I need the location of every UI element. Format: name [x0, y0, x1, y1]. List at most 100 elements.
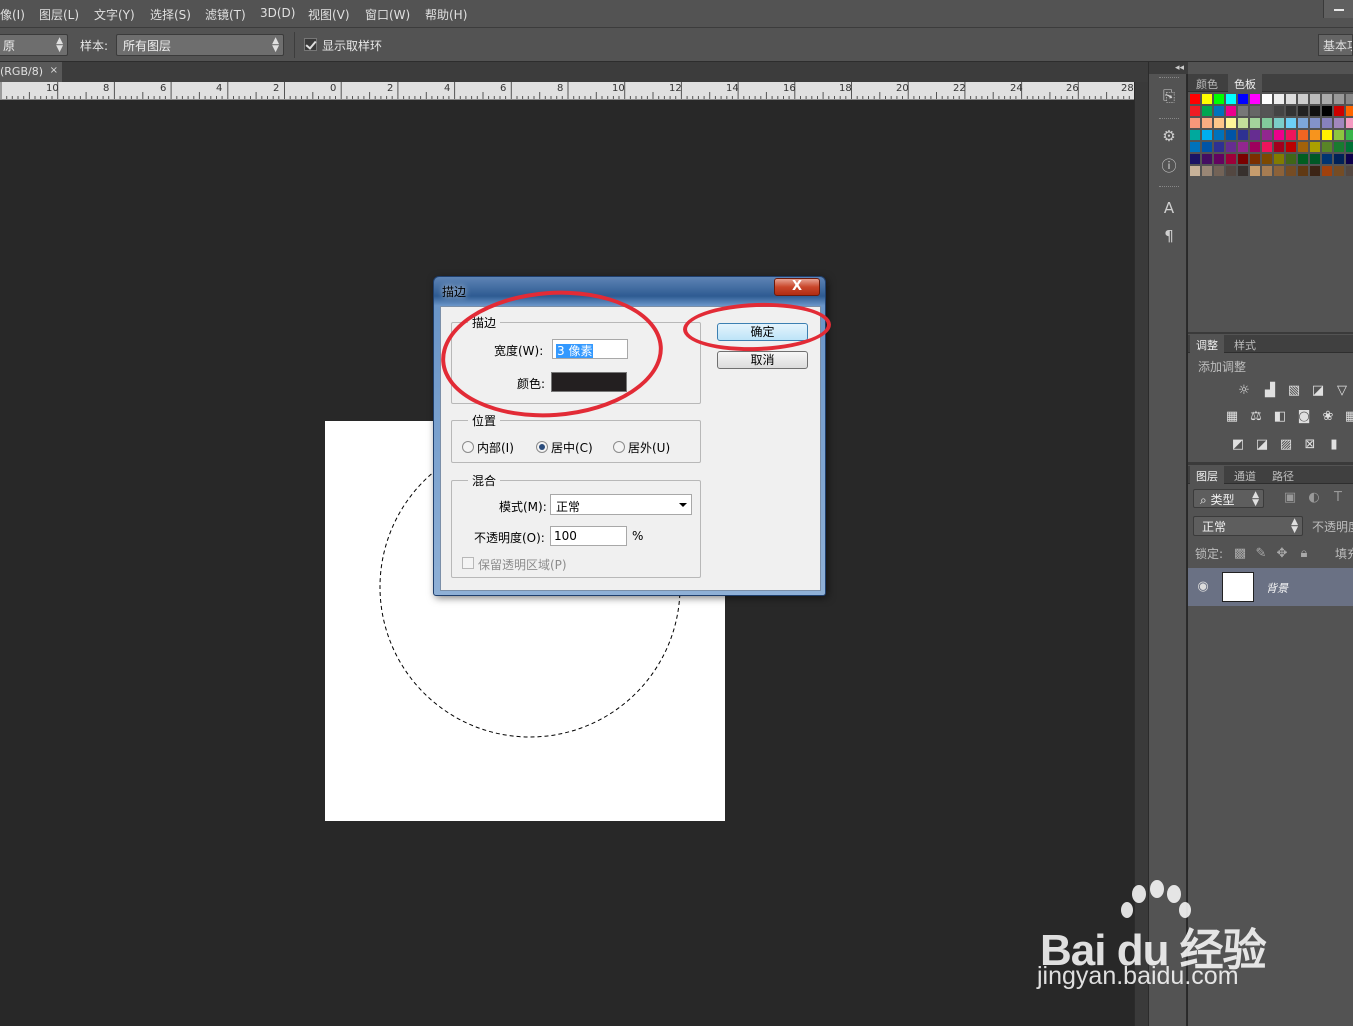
color-swatch	[1214, 94, 1224, 104]
history-icon[interactable]: ⎘	[1159, 86, 1179, 106]
swatches-grid[interactable]	[1189, 93, 1353, 179]
blend-mode-select[interactable]: 正常 ▲ ▼	[1193, 516, 1303, 536]
curves-icon[interactable]: ▧	[1286, 384, 1302, 398]
show-ring-checkbox[interactable]	[304, 38, 317, 51]
minimize-button[interactable]	[1323, 0, 1353, 18]
inside-label: 内部(I)	[477, 441, 514, 455]
sample-value: 所有图层	[123, 39, 172, 53]
grip-icon[interactable]	[1159, 118, 1179, 121]
lock-image-icon[interactable]: ✎	[1253, 547, 1269, 561]
color-swatch	[1310, 130, 1320, 140]
color-swatch	[1238, 154, 1248, 164]
close-tab-icon[interactable]: ×	[50, 65, 58, 76]
opacity-input[interactable]: 100	[550, 526, 627, 546]
threshold-icon[interactable]: ▨	[1278, 438, 1294, 452]
tab-adjustments[interactable]: 调整	[1190, 335, 1224, 353]
tab-swatches[interactable]: 色板	[1228, 74, 1262, 92]
color-swatch	[1322, 118, 1332, 128]
mode-select[interactable]: 正常	[550, 494, 692, 515]
adjustment-filter-icon[interactable]: ◐	[1306, 491, 1322, 505]
menu-help[interactable]: 帮助(H)	[425, 6, 467, 23]
percent-unit: %	[632, 529, 644, 543]
layer-row-background[interactable]: ◉ 背景	[1188, 568, 1353, 606]
color-swatch	[1286, 142, 1296, 152]
workspace-switcher[interactable]: 基本功	[1318, 34, 1353, 56]
menu-image[interactable]: 像(I)	[0, 6, 25, 23]
selective-color-icon[interactable]: ⊠	[1302, 438, 1318, 452]
preserve-transparency-label: 保留透明区域(P)	[478, 558, 567, 572]
levels-icon[interactable]: ▟	[1262, 384, 1278, 398]
baidu-jingyan-watermark: Bai du 经验 jingyan.baidu.com	[1035, 880, 1295, 1000]
horizontal-ruler[interactable]: 10 8 6 4 2 0 2 4 6 8 10 12 14 16 18 20 2…	[0, 82, 1134, 100]
eye-icon[interactable]: ◉	[1195, 580, 1211, 594]
layer-filter-select[interactable]: ⌕ 类型 ▲ ▼	[1193, 489, 1264, 508]
color-swatch	[1310, 166, 1320, 176]
menu-view[interactable]: 视图(V)	[308, 6, 350, 23]
color-lookup-icon[interactable]: ▦	[1343, 410, 1353, 424]
menu-filter[interactable]: 滤镜(T)	[205, 6, 246, 23]
brightness-icon[interactable]: ☼	[1236, 384, 1252, 398]
black-white-icon[interactable]: ◧	[1272, 410, 1288, 424]
color-swatch	[1250, 166, 1260, 176]
paragraph-icon[interactable]: ¶	[1159, 226, 1179, 246]
color-swatch	[1298, 106, 1308, 116]
invert-icon[interactable]: ◩	[1230, 438, 1246, 452]
document-tab[interactable]: (RGB/8) ×	[0, 62, 62, 82]
color-swatch	[1286, 130, 1296, 140]
exposure-icon[interactable]: ◪	[1310, 384, 1326, 398]
color-swatch	[1334, 142, 1344, 152]
inside-radio[interactable]	[462, 441, 474, 453]
sample-size-select[interactable]: 原 ▲ ▼	[0, 34, 68, 56]
grip-icon[interactable]	[1159, 186, 1179, 189]
type-filter-icon[interactable]: T	[1330, 491, 1346, 505]
ruler-label: 6	[500, 83, 507, 94]
color-balance-icon[interactable]: ⚖	[1248, 410, 1264, 424]
color-swatch	[1238, 118, 1248, 128]
color-swatch	[1190, 142, 1200, 152]
ruler-label: 22	[953, 83, 966, 94]
color-swatch	[1310, 94, 1320, 104]
hue-saturation-icon[interactable]: ▦	[1224, 410, 1240, 424]
tab-color[interactable]: 颜色	[1190, 74, 1224, 92]
outside-radio[interactable]	[613, 441, 625, 453]
tab-paths[interactable]: 路径	[1266, 466, 1300, 484]
color-swatch	[1298, 94, 1308, 104]
character-icon[interactable]: A	[1159, 198, 1179, 218]
lock-all-icon[interactable]: 🔒︎	[1296, 547, 1312, 561]
cancel-button[interactable]: 取消	[717, 351, 808, 369]
menu-3d[interactable]: 3D(D)	[260, 6, 295, 20]
color-swatch	[1262, 130, 1272, 140]
menu-select[interactable]: 选择(S)	[150, 6, 191, 23]
menu-layer[interactable]: 图层(L)	[39, 6, 79, 23]
grip-icon[interactable]	[1159, 77, 1179, 80]
close-button[interactable]: X	[774, 278, 820, 296]
tab-channels[interactable]: 通道	[1228, 466, 1262, 484]
posterize-icon[interactable]: ◪	[1254, 438, 1270, 452]
lock-transparent-icon[interactable]: ▩	[1232, 547, 1248, 561]
info-icon[interactable]: ⓘ	[1159, 156, 1179, 176]
vibrance-icon[interactable]: ▽	[1334, 384, 1350, 398]
sample-select[interactable]: 所有图层 ▲ ▼	[116, 34, 284, 56]
color-swatch	[1286, 166, 1296, 176]
menu-type[interactable]: 文字(Y)	[94, 6, 135, 23]
show-ring-label: 显示取样环	[322, 39, 383, 53]
color-swatch	[1190, 130, 1200, 140]
pixel-filter-icon[interactable]: ▣	[1282, 491, 1298, 505]
collapse-icon[interactable]: ◂◂	[1149, 62, 1188, 74]
menu-window[interactable]: 窗口(W)	[365, 6, 410, 23]
color-swatch	[1286, 94, 1296, 104]
channel-mixer-icon[interactable]: ❀	[1320, 410, 1336, 424]
tab-styles[interactable]: 样式	[1228, 335, 1262, 353]
preserve-transparency-checkbox[interactable]	[462, 557, 474, 569]
color-swatch	[1214, 106, 1224, 116]
blend-group-title: 混合	[468, 472, 501, 489]
tab-layers[interactable]: 图层	[1190, 466, 1224, 484]
color-swatch	[1214, 166, 1224, 176]
photo-filter-icon[interactable]: ◙	[1296, 410, 1312, 424]
lock-position-icon[interactable]: ✥	[1274, 547, 1290, 561]
gradient-map-icon[interactable]: ▮	[1326, 438, 1342, 452]
properties-icon[interactable]: ⚙	[1159, 126, 1179, 146]
center-radio[interactable]	[536, 441, 548, 453]
color-swatch	[1298, 130, 1308, 140]
color-swatch	[1334, 118, 1344, 128]
